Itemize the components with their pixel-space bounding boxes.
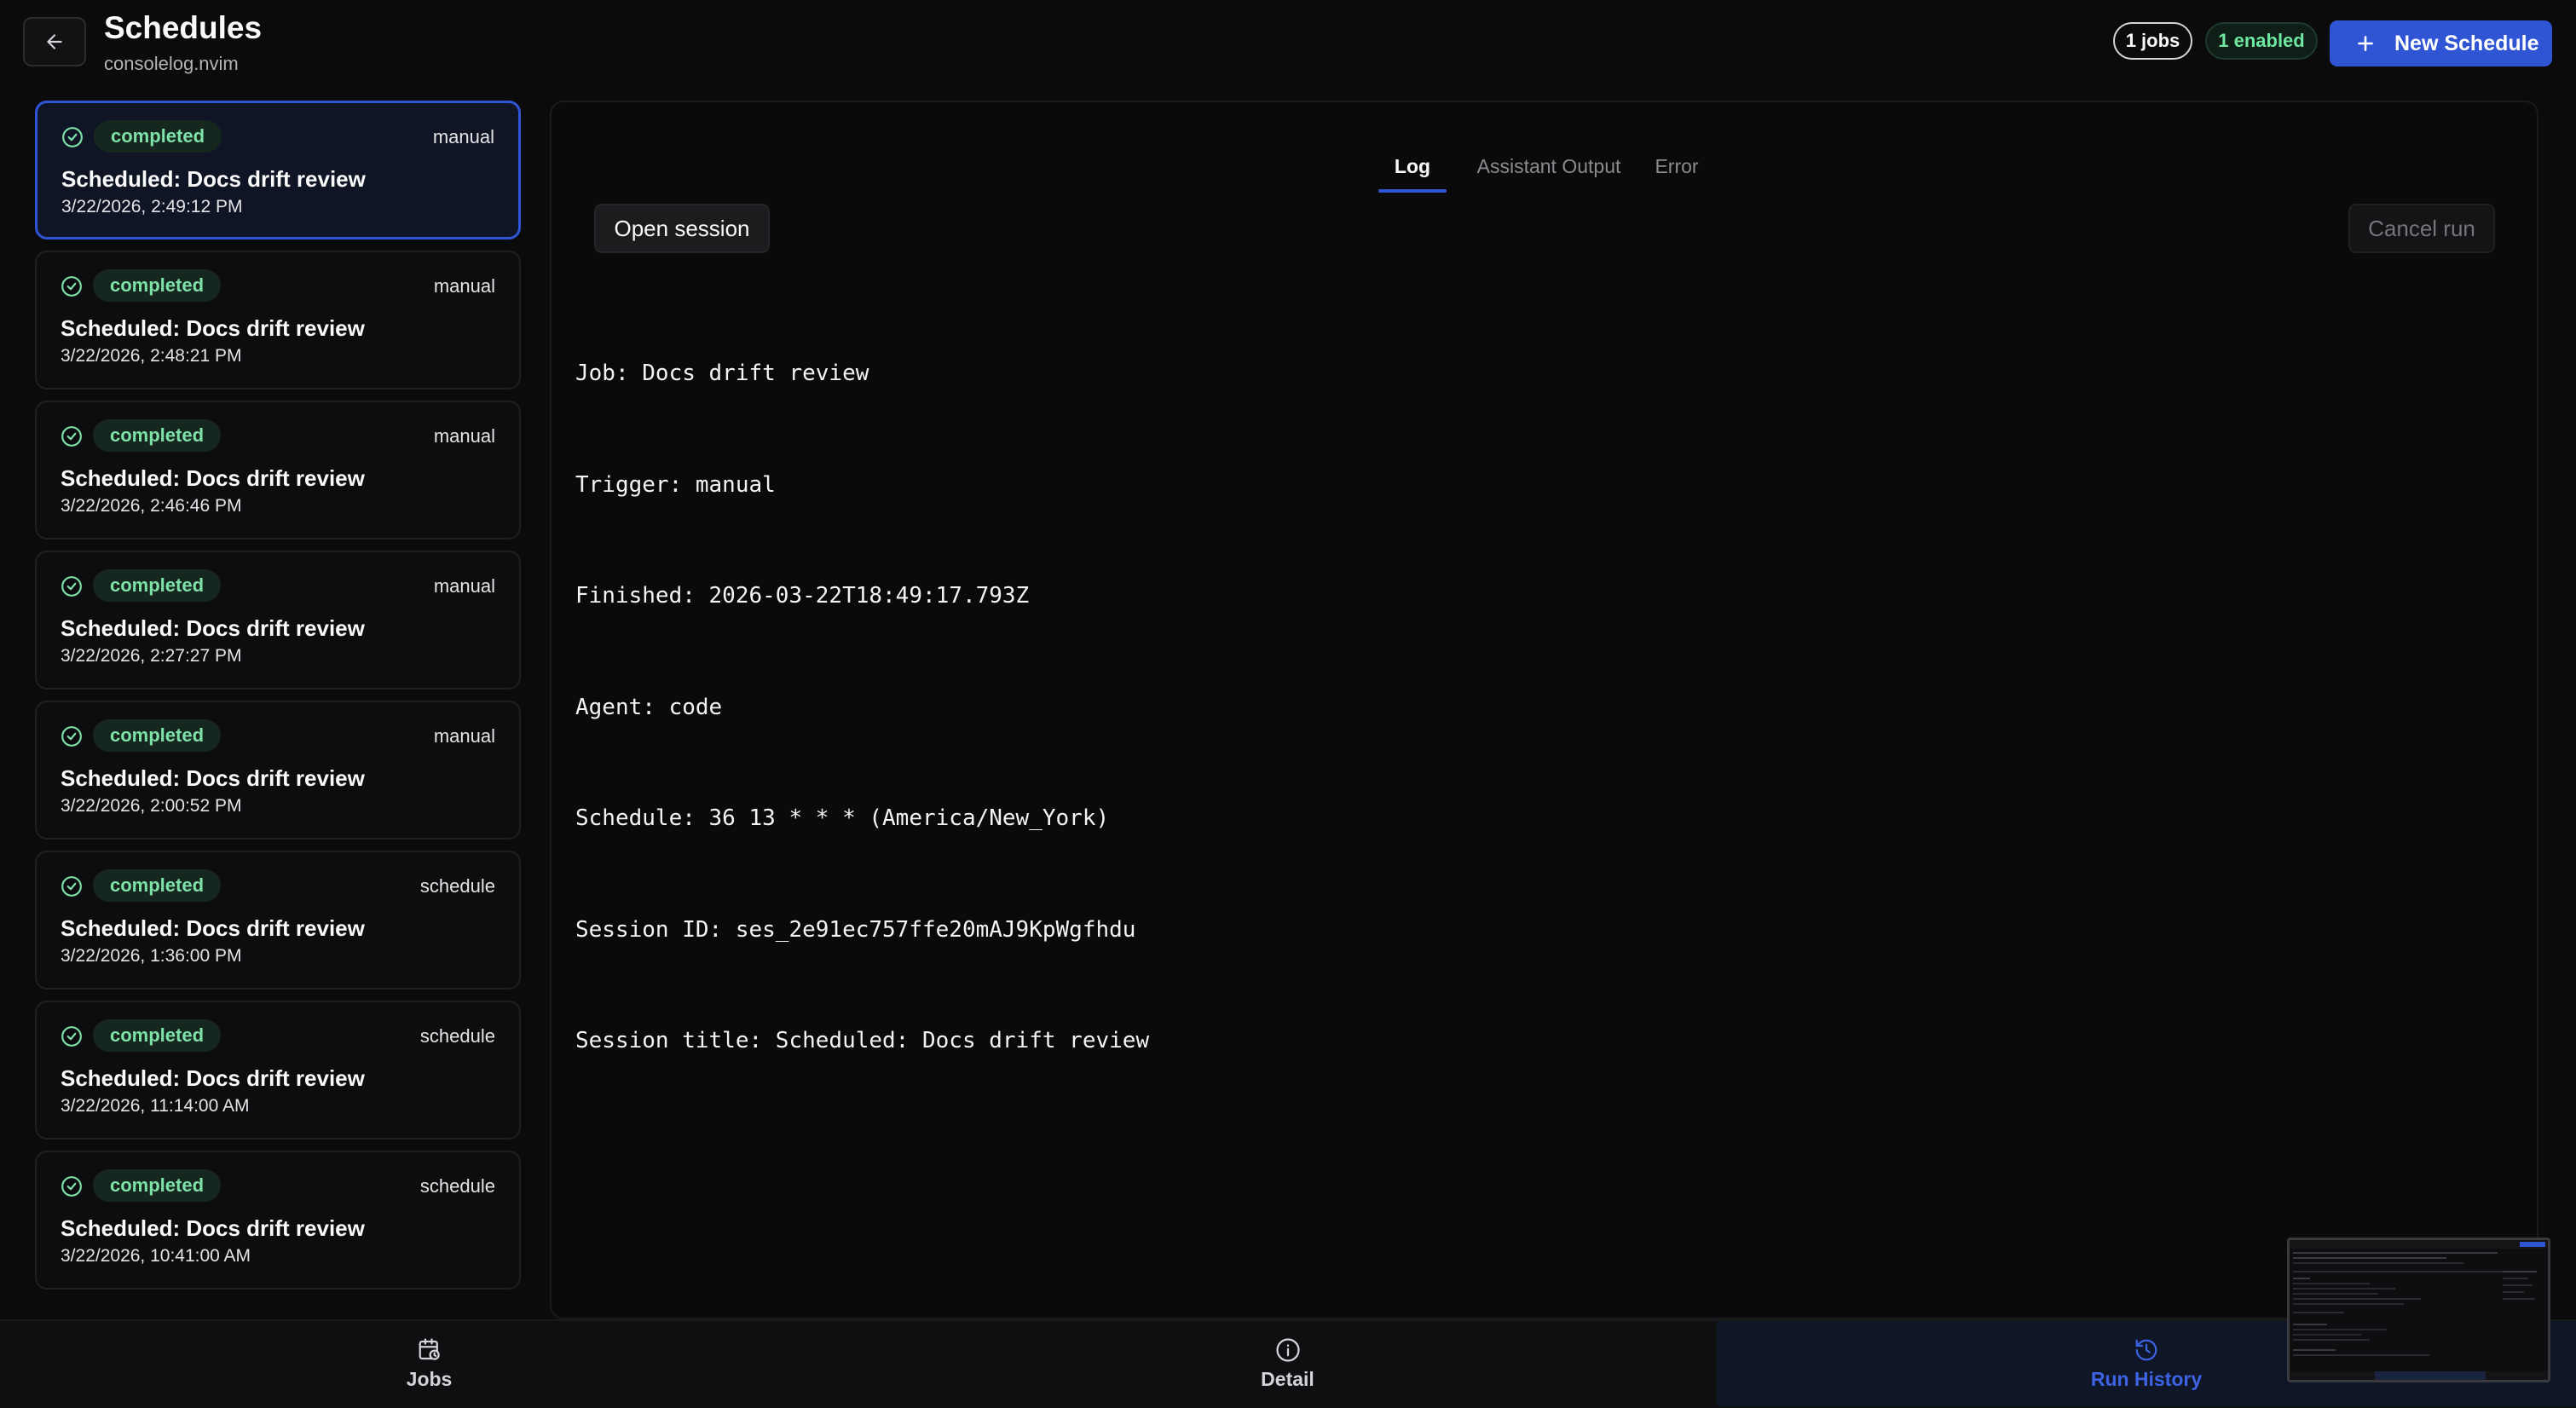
header: Schedules consolelog.nvim 1 jobs 1 enabl…: [0, 0, 2576, 94]
nav-detail-label: Detail: [1261, 1367, 1314, 1390]
run-title: Scheduled: Docs drift review: [61, 615, 365, 641]
trigger-label: manual: [432, 126, 494, 147]
run-title: Scheduled: Docs drift review: [61, 1215, 365, 1241]
run-item[interactable]: completed manual Scheduled: Docs drift r…: [35, 251, 521, 390]
trigger-label: manual: [433, 275, 495, 297]
trigger-label: schedule: [419, 875, 495, 897]
run-item[interactable]: completed manual Scheduled: Docs drift r…: [35, 401, 521, 540]
log-line: Session title: Scheduled: Docs drift rev…: [575, 1028, 1150, 1053]
log-line: Session ID: ses_2e91ec757ffe20mAJ9KpWgfh…: [575, 916, 1136, 943]
run-title: Scheduled: Docs drift review: [61, 1065, 365, 1091]
thumbnail-preview-graphic: [2290, 1240, 2548, 1380]
run-time: 3/22/2026, 1:36:00 PM: [61, 946, 242, 966]
tab-error[interactable]: Error: [1647, 145, 1707, 188]
check-circle-icon: [61, 1176, 82, 1197]
run-item[interactable]: completed manual Scheduled: Docs drift r…: [35, 701, 521, 840]
run-title: Scheduled: Docs drift review: [61, 315, 365, 341]
check-circle-icon: [61, 1026, 82, 1047]
calendar-clock-icon: [419, 1337, 440, 1360]
screenshot-thumbnail[interactable]: [2287, 1238, 2550, 1382]
log-line: Finished: 2026-03-22T18:49:17.793Z: [575, 583, 1030, 609]
detail-tabs: Log Assistant Output Error: [552, 145, 2537, 198]
run-item[interactable]: completed schedule Scheduled: Docs drift…: [35, 851, 521, 990]
run-time: 3/22/2026, 2:00:52 PM: [61, 796, 242, 816]
cancel-run-button[interactable]: Cancel run: [2348, 204, 2495, 253]
status-badge: completed: [93, 419, 222, 452]
run-item[interactable]: completed schedule Scheduled: Docs drift…: [35, 1001, 521, 1140]
status-badge: completed: [93, 719, 222, 752]
page-subtitle: consolelog.nvim: [104, 53, 239, 74]
status-badge: completed: [93, 1169, 222, 1202]
check-circle-icon: [61, 426, 82, 447]
trigger-label: manual: [433, 575, 495, 597]
check-circle-icon: [61, 576, 82, 597]
status-badge: completed: [93, 869, 222, 902]
check-circle-icon: [62, 127, 83, 147]
log-line: Job: Docs drift review: [575, 361, 869, 386]
run-time: 3/22/2026, 2:27:27 PM: [61, 646, 242, 666]
page-title: Schedules: [104, 10, 263, 45]
trigger-label: manual: [433, 425, 495, 447]
run-time: 3/22/2026, 2:49:12 PM: [61, 197, 243, 216]
nav-run-history-label: Run History: [2090, 1367, 2203, 1390]
nav-jobs[interactable]: Jobs: [0, 1321, 858, 1406]
nav-jobs-label: Jobs: [406, 1367, 453, 1390]
log-line: Schedule: 36 13 * * * (America/New_York): [575, 805, 1110, 831]
run-time: 3/22/2026, 2:46:46 PM: [61, 496, 242, 516]
run-time: 3/22/2026, 11:14:00 AM: [61, 1096, 250, 1116]
nav-detail[interactable]: Detail: [858, 1321, 1717, 1406]
tab-log[interactable]: Log: [1378, 145, 1447, 193]
run-title: Scheduled: Docs drift review: [61, 765, 365, 791]
plus-icon: [2348, 32, 2383, 55]
run-time: 3/22/2026, 2:48:21 PM: [61, 346, 242, 366]
trigger-label: schedule: [419, 1175, 495, 1197]
run-title: Scheduled: Docs drift review: [61, 465, 365, 491]
trigger-label: schedule: [419, 1025, 495, 1047]
run-time: 3/22/2026, 10:41:00 AM: [61, 1246, 251, 1266]
run-item[interactable]: completed schedule Scheduled: Docs drift…: [35, 1151, 521, 1290]
status-badge: completed: [94, 120, 222, 153]
run-detail-panel: Log Assistant Output Error Open session …: [550, 101, 2538, 1319]
trigger-label: manual: [433, 725, 495, 747]
bottom-nav: Jobs Detail Run History: [0, 1319, 2576, 1408]
log-line: Trigger: manual: [575, 471, 776, 498]
status-badge: completed: [93, 1019, 222, 1052]
history-icon: [2135, 1339, 2157, 1360]
check-circle-icon: [61, 276, 82, 297]
status-badge: completed: [93, 569, 222, 602]
tab-assistant-output[interactable]: Assistant Output: [1464, 145, 1634, 188]
status-badge: completed: [93, 269, 222, 302]
run-item[interactable]: completed manual Scheduled: Docs drift r…: [35, 551, 521, 690]
enabled-count-badge: 1 enabled: [2205, 22, 2318, 60]
jobs-count-badge: 1 jobs: [2113, 22, 2192, 60]
arrow-left-icon: [47, 34, 62, 49]
check-circle-icon: [61, 876, 82, 897]
info-icon: [1275, 1337, 1300, 1362]
new-schedule-label: New Schedule: [2394, 31, 2539, 55]
run-item[interactable]: completed manual Scheduled: Docs drift r…: [35, 101, 521, 239]
run-title: Scheduled: Docs drift review: [61, 915, 365, 941]
run-title: Scheduled: Docs drift review: [61, 166, 366, 192]
open-session-button[interactable]: Open session: [594, 204, 770, 253]
back-button[interactable]: [23, 17, 86, 66]
log-line: Agent: code: [575, 694, 723, 720]
new-schedule-button[interactable]: New Schedule: [2330, 20, 2552, 66]
check-circle-icon: [61, 726, 82, 747]
log-output: Job: Docs drift review Trigger: manual F…: [575, 281, 1149, 1134]
